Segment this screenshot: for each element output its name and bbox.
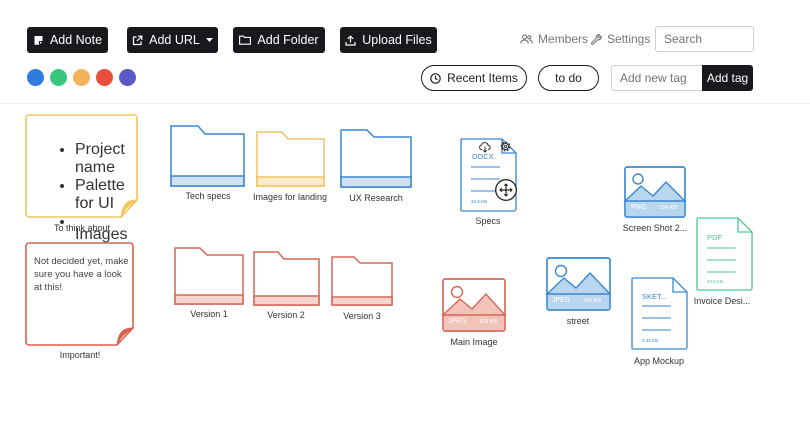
add-tag-button[interactable]: Add tag [702,65,753,91]
file-label: Main Image [450,337,498,347]
file-label: Invoice Desi... [693,296,751,306]
folder-version-1[interactable] [174,247,244,305]
add-url-label: Add URL [149,33,200,47]
color-filter-green[interactable] [50,69,67,86]
members-link[interactable]: Members [520,32,588,46]
upload-icon [345,34,356,46]
document-icon [696,217,753,291]
checklist-item[interactable]: Project name [75,141,138,177]
clock-icon [430,72,441,84]
todo-tag-button[interactable]: to do [538,65,599,91]
color-filter-red[interactable] [96,69,113,86]
wrench-icon [591,33,602,45]
folder-icon [170,125,245,187]
file-label: Screen Shot 2... [622,223,688,233]
file-size: 32.6 KB [707,279,724,284]
file-size: 32.6 KB [471,199,488,204]
folder-label: Version 3 [343,311,381,321]
file-main-image-jpeg[interactable]: JPEG 153 KB [441,278,507,332]
new-tag-input[interactable] [611,65,703,91]
file-screen-shot-png[interactable]: PNG 234 KB [623,166,687,218]
sticky-note-to-think-about[interactable]: Project name Palette for UI Images [25,114,139,243]
search-input[interactable] [655,26,754,52]
external-link-icon [133,35,143,45]
color-filter-orange[interactable] [73,69,90,86]
file-invoice-pdf[interactable]: PDF 32.6 KB [696,217,753,291]
folder-version-3[interactable] [331,256,393,306]
note-label: To think about [53,223,111,233]
folder-version-2[interactable] [253,251,320,306]
folder-icon [174,247,244,305]
folder-icon [256,131,325,187]
folder-ux-research[interactable] [340,129,412,188]
move-cursor-icon [495,179,517,201]
file-street-jpeg[interactable]: JPEG 160 KB [545,257,612,311]
file-type: JPEG [552,297,571,304]
file-size: 160 KB [583,298,602,304]
file-size: 153 KB [479,319,498,325]
file-type: PDF [707,233,722,242]
folder-icon [331,256,393,306]
gear-icon[interactable] [499,140,512,153]
file-type: DOCX [472,152,494,161]
file-label: Specs [475,216,501,226]
note-body: Not decided yet, make sure you have a lo… [34,256,129,293]
folder-images-for-landing[interactable] [256,131,325,187]
add-folder-label: Add Folder [257,33,319,47]
settings-label: Settings [607,32,651,46]
folder-label: Version 1 [190,309,228,319]
recent-items-label: Recent Items [447,71,518,85]
note-label: Important! [59,350,101,360]
upload-files-button[interactable]: Upload Files [340,27,437,53]
folder-label: Images for landing [252,192,328,202]
add-url-button[interactable]: Add URL [127,27,218,53]
folder-icon [340,129,412,188]
folder-label: UX Research [349,193,403,203]
file-app-mockup-sketch[interactable]: SKET... 3.43 KB [631,277,688,350]
folder-icon [239,35,252,45]
folder-label: Version 2 [267,310,305,320]
sticky-note-important[interactable]: Not decided yet, make sure you have a lo… [25,242,135,346]
checklist-item[interactable]: Palette for UI [75,177,138,213]
folder-tech-specs[interactable] [170,125,245,187]
checklist-item-label: Palette for UI [75,177,125,212]
document-icon [631,277,688,350]
add-note-label: Add Note [49,33,103,47]
file-specs-docx[interactable]: DOCX 32.6 KB [460,138,517,212]
folder-icon [253,251,320,306]
upload-files-label: Upload Files [362,33,432,47]
download-icon[interactable] [479,141,491,153]
file-label: App Mockup [633,356,685,366]
checklist-item-label: Project name [75,141,125,176]
file-type: PNG [631,204,647,211]
file-label: street [566,316,590,326]
members-label: Members [538,32,589,46]
file-size: 3.43 KB [642,338,659,343]
recent-items-button[interactable]: Recent Items [421,65,527,91]
file-type: SKET... [642,292,668,301]
todo-tag-label: to do [555,71,582,85]
header-divider [0,103,810,104]
settings-link[interactable]: Settings [591,32,650,46]
caret-down-icon [205,37,213,42]
file-size: 234 KB [659,205,678,211]
note-icon [34,35,43,45]
users-icon [520,34,533,44]
folder-label: Tech specs [185,191,231,201]
color-filter-purple[interactable] [119,69,136,86]
add-tag-label: Add tag [706,71,749,85]
color-filter-blue[interactable] [27,69,44,86]
file-type: JPEG [448,318,467,325]
add-note-button[interactable]: Add Note [27,27,108,53]
add-folder-button[interactable]: Add Folder [233,27,325,53]
